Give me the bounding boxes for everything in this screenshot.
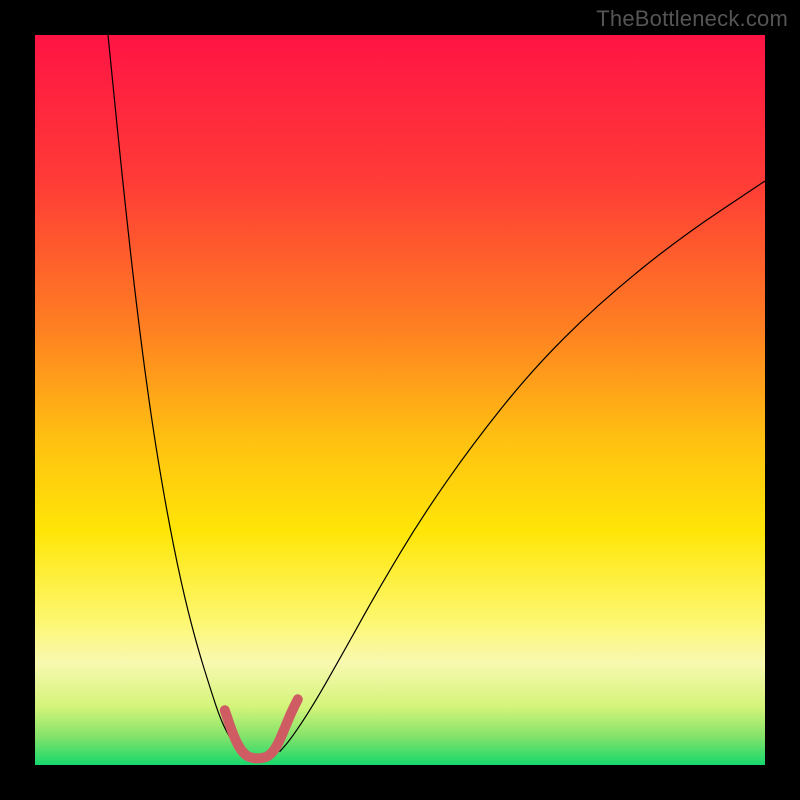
plot-background <box>35 35 765 765</box>
watermark-text: TheBottleneck.com <box>596 6 788 32</box>
bottleneck-chart <box>0 0 800 800</box>
chart-container: TheBottleneck.com <box>0 0 800 800</box>
